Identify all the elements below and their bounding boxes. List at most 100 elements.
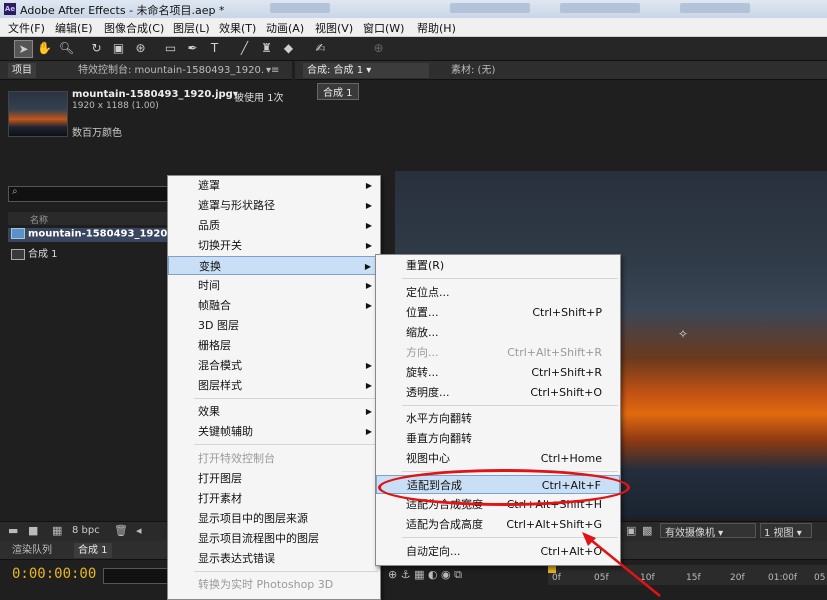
- layer-context-menu: 遮罩 ▶ 遮罩与形状路径 ▶ 品质 ▶ 切换开关 ▶ 变换 ▶ 时间 ▶ 帧融合 ▶ 3D 图…: [167, 175, 381, 600]
- view-layout-label: 1 视图: [764, 528, 794, 539]
- new-folder-icon[interactable]: ■: [28, 524, 38, 537]
- clone-stamp-tool-icon[interactable]: ♜: [258, 40, 275, 56]
- menu-item-rasterize[interactable]: 栅格层: [168, 336, 380, 355]
- footage-colors: 数百万颜色: [72, 128, 122, 139]
- menu-item-layer-styles[interactable]: 图层样式 ▶: [168, 376, 380, 395]
- menu-item-reset[interactable]: 重置(R): [376, 256, 620, 275]
- zoom-tool-icon[interactable]: 🔍︎: [58, 40, 75, 56]
- tab-render-queue[interactable]: 渲染队列: [8, 543, 56, 558]
- column-name[interactable]: 名称: [30, 213, 48, 226]
- project-search-input[interactable]: ⌕: [8, 186, 170, 202]
- menu-window[interactable]: 窗口(W): [363, 20, 404, 36]
- menu-animation[interactable]: 动画(A): [266, 20, 304, 36]
- menu-item-3d-layer[interactable]: 3D 图层: [168, 316, 380, 335]
- menu-item-switches[interactable]: 切换开关 ▶: [168, 236, 380, 255]
- menu-item-open-effect-controls[interactable]: 打开特效控制台: [168, 449, 380, 468]
- taskbar-button[interactable]: [450, 3, 530, 13]
- menu-item-rotation[interactable]: 旋转... Ctrl+Shift+R: [376, 363, 620, 382]
- menu-item-frame-blending[interactable]: 帧融合 ▶: [168, 296, 380, 315]
- menu-item-blending-mode[interactable]: 混合模式 ▶: [168, 356, 380, 375]
- menu-item-effect[interactable]: 效果 ▶: [168, 402, 380, 421]
- tab-composition[interactable]: 合成: 合成 1 ▾: [303, 63, 429, 78]
- eraser-tool-icon[interactable]: ◆: [280, 40, 297, 56]
- pan-behind-tool-icon[interactable]: ⊛: [132, 40, 149, 56]
- menu-item-open-layer[interactable]: 打开图层: [168, 469, 380, 488]
- menu-item-reveal-flowchart[interactable]: 显示项目流程图中的图层: [168, 529, 380, 548]
- menu-item-keyframe-assistant[interactable]: 关键帧辅助 ▶: [168, 422, 380, 441]
- menu-item-quality[interactable]: 品质 ▶: [168, 216, 380, 235]
- menu-view[interactable]: 视图(V): [315, 20, 353, 36]
- menu-item-open-footage[interactable]: 打开素材: [168, 489, 380, 508]
- project-tab-strip: 项目 特效控制台: mountain-1580493_1920. ▾≡: [0, 61, 292, 80]
- selection-tool-icon[interactable]: ➤: [14, 40, 33, 58]
- ruler-tick: 0f: [552, 573, 561, 583]
- camera-tool-icon[interactable]: ▣: [110, 40, 127, 56]
- menu-effect[interactable]: 效果(T): [219, 20, 256, 36]
- menu-item-convert-photoshop-3d[interactable]: 转换为实时 Photoshop 3D: [168, 575, 380, 594]
- scroll-left-icon[interactable]: ◂: [136, 524, 142, 537]
- menu-item-transform[interactable]: 变换 ▶: [168, 256, 380, 275]
- menu-file[interactable]: 文件(F): [8, 20, 45, 36]
- tab-project[interactable]: 项目: [8, 63, 36, 78]
- new-composition-icon[interactable]: ▦: [52, 524, 62, 537]
- menu-edit[interactable]: 编辑(E): [55, 20, 93, 36]
- menu-separator: [402, 278, 618, 279]
- footage-name[interactable]: mountain-1580493_1920.jpg▾: [72, 89, 238, 100]
- rectangle-tool-icon[interactable]: ▭: [162, 40, 179, 56]
- project-item-label: mountain-1580493_1920.: [28, 228, 172, 240]
- transform-submenu: 重置(R) 定位点... 位置... Ctrl+Shift+P 缩放... 方向.…: [375, 254, 621, 566]
- bit-depth[interactable]: 8 bpc: [72, 525, 100, 536]
- footage-usage: 被使用 1次: [234, 93, 284, 104]
- menu-item-mask[interactable]: 遮罩 ▶: [168, 176, 380, 195]
- tab-comp-timeline[interactable]: 合成 1: [74, 543, 112, 558]
- menu-separator: [194, 571, 378, 572]
- axis-mode-icon[interactable]: ⊕: [370, 40, 387, 56]
- annotation-arrow-icon: [582, 532, 661, 597]
- timeline-search-input[interactable]: [103, 568, 169, 584]
- menu-item-expression-errors[interactable]: 显示表达式错误: [168, 549, 380, 568]
- pen-tool-icon[interactable]: ✒: [184, 40, 201, 56]
- menu-composition[interactable]: 图像合成(C): [104, 20, 164, 36]
- menu-item-opacity[interactable]: 透明度... Ctrl+Shift+O: [376, 383, 620, 402]
- menu-help[interactable]: 帮助(H): [417, 20, 456, 36]
- active-camera-dropdown[interactable]: 有效摄像机 ▾: [660, 523, 756, 539]
- taskbar-button[interactable]: [680, 3, 750, 13]
- anchor-point-icon[interactable]: ✧: [678, 327, 688, 341]
- type-tool-icon[interactable]: T: [206, 40, 223, 56]
- menu-item-flip-horizontal[interactable]: 水平方向翻转: [376, 409, 620, 428]
- menu-item-orientation[interactable]: 方向... Ctrl+Alt+Shift+R: [376, 343, 620, 362]
- search-icon: ⌕: [12, 186, 18, 197]
- taskbar-button[interactable]: [560, 3, 640, 13]
- interpret-footage-icon[interactable]: ▬: [8, 524, 18, 537]
- window-title: Adobe After Effects - 未命名项目.aep *: [20, 4, 225, 17]
- menu-item-scale[interactable]: 缩放...: [376, 323, 620, 342]
- ruler-tick: 15f: [686, 573, 701, 583]
- menu-separator: [194, 398, 378, 399]
- view-layout-dropdown[interactable]: 1 视图 ▾: [760, 523, 812, 539]
- comp-breadcrumb[interactable]: 合成 1: [317, 83, 359, 100]
- current-timecode[interactable]: 0:00:00:00: [12, 566, 96, 582]
- after-effects-app-icon: Ae: [4, 3, 16, 15]
- tab-footage[interactable]: 素材: (无): [447, 63, 499, 78]
- trash-icon[interactable]: 🗑︎: [114, 524, 128, 537]
- annotation-ellipse: [378, 469, 630, 506]
- timeline-switches-icons[interactable]: ⊕ ⚓ ▦ ◐ ◉ ⧉: [388, 568, 538, 582]
- menu-item-time[interactable]: 时间 ▶: [168, 276, 380, 295]
- puppet-pin-tool-icon[interactable]: ✍: [312, 40, 329, 56]
- menu-item-anchor-point[interactable]: 定位点...: [376, 283, 620, 302]
- tab-effect-controls[interactable]: 特效控制台: mountain-1580493_1920.: [74, 63, 268, 78]
- viewer-tab-strip: 合成: 合成 1 ▾ 素材: (无): [295, 61, 827, 80]
- panel-menu-icon[interactable]: ▾≡: [262, 63, 283, 78]
- menu-item-flip-vertical[interactable]: 垂直方向翻转: [376, 429, 620, 448]
- hand-tool-icon[interactable]: ✋: [36, 40, 53, 56]
- menu-item-center-in-view[interactable]: 视图中心 Ctrl+Home: [376, 449, 620, 468]
- brush-tool-icon[interactable]: ╱: [236, 40, 253, 56]
- rotate-tool-icon[interactable]: ↻: [88, 40, 105, 56]
- menu-layer[interactable]: 图层(L): [173, 20, 210, 36]
- menu-item-position[interactable]: 位置... Ctrl+Shift+P: [376, 303, 620, 322]
- taskbar-button[interactable]: [270, 3, 330, 13]
- menu-item-reveal-source[interactable]: 显示项目中的图层来源: [168, 509, 380, 528]
- menu-item-mask-shape-path[interactable]: 遮罩与形状路径 ▶: [168, 196, 380, 215]
- ruler-tick: 20f: [730, 573, 745, 583]
- menu-separator: [402, 405, 618, 406]
